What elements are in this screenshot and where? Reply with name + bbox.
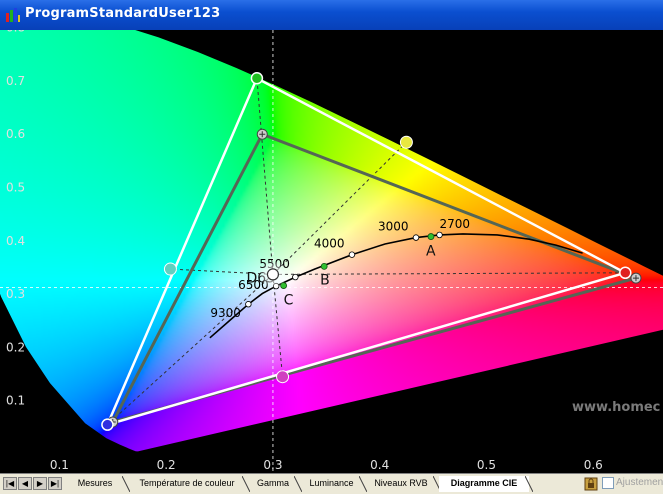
x-tick-label: 0.2 (157, 458, 176, 472)
sheet-tab-label: Niveaux RVB (374, 478, 428, 488)
y-tick-label: 0.8 (6, 30, 25, 35)
illuminant-label-C: C (284, 293, 294, 309)
y-tick-label: 0.6 (6, 127, 25, 141)
sheet-tab-1[interactable]: Mesures (64, 476, 130, 492)
sheet-tab-label: Gamma (256, 478, 289, 488)
y-tick-label: 0.3 (6, 287, 25, 301)
cie-diagram: 930065005500400030002700ABCD65 0.10.20.3… (0, 21, 663, 473)
sheet-tab-label: Luminance (309, 478, 354, 488)
secondary-point-yellow (399, 135, 413, 149)
title-bar: ProgramStandardUser123 (0, 0, 663, 30)
secondary-point-cyan (163, 262, 177, 276)
y-tick-label: 0.4 (6, 234, 25, 248)
tab-separator (525, 476, 533, 492)
measured-vertex-2 (101, 418, 114, 431)
sheet-tab-3[interactable]: Gamma (248, 476, 302, 492)
y-tick-label: 0.2 (6, 340, 25, 354)
locus-point-2700 (436, 231, 443, 239)
sheet-tab-label: Température de couleur (139, 478, 235, 488)
adjust-label: Ajustement (616, 477, 663, 488)
measured-vertex-1 (250, 72, 264, 85)
x-tick-label: 0.4 (370, 458, 389, 472)
white-point-marker (266, 268, 280, 281)
adjust-checkbox[interactable] (602, 477, 614, 489)
sheet-tab-4[interactable]: Luminance (300, 476, 367, 492)
locus-label-2700: 2700 (440, 217, 471, 231)
window-title: ProgramStandardUser123 (25, 6, 221, 21)
sheet-nav-button-0[interactable]: |◀ (3, 477, 17, 490)
illuminant-point-B (320, 262, 328, 270)
sheet-nav-button-2[interactable]: ▶ (33, 477, 47, 490)
illuminant-label-A: A (426, 244, 436, 260)
sheet-nav-button-3[interactable]: ▶| (48, 477, 62, 490)
app-icon (6, 8, 20, 22)
locus-point-4000 (348, 251, 356, 258)
cie-chart: 930065005500400030002700ABCD65 0.10.20.3… (0, 21, 663, 473)
x-tick-label: 0.6 (584, 458, 603, 472)
sheet-tab-label: Diagramme CIE (450, 478, 518, 488)
locus-point-5500 (292, 273, 299, 281)
locus-label-4000: 4000 (314, 237, 345, 251)
sheet-nav-button-1[interactable]: ◀ (18, 477, 32, 490)
sheet-tab-6[interactable]: Diagramme CIE (439, 476, 533, 492)
measured-vertex-0 (619, 266, 632, 280)
sheet-tab-2[interactable]: Température de couleur (128, 476, 250, 492)
locus-label-3000: 3000 (378, 220, 409, 234)
lock-icon[interactable] (584, 477, 598, 491)
x-tick-label: 0.5 (477, 458, 496, 472)
locus-point-3000 (412, 234, 420, 241)
x-tick-label: 0.1 (50, 458, 69, 472)
y-tick-label: 0.1 (6, 394, 25, 408)
y-tick-label: 0.5 (6, 181, 25, 195)
secondary-point-magenta (276, 370, 290, 384)
illuminant-point-A (427, 233, 435, 240)
sheet-tab-bar: |◀ ◀ ▶ ▶| Mesures Température de couleur Gamm… (0, 473, 663, 494)
illuminant-label-B: B (320, 272, 330, 288)
x-tick-label: 0.3 (263, 458, 282, 472)
sheet-tab-label: Mesures (77, 478, 113, 488)
locus-label-9300: 9300 (210, 306, 241, 320)
locus-point-9300 (245, 301, 252, 308)
watermark-text: www.homec (572, 400, 660, 415)
sheet-tab-5[interactable]: Niveaux RVB (365, 476, 441, 492)
y-tick-label: 0.7 (6, 74, 25, 88)
